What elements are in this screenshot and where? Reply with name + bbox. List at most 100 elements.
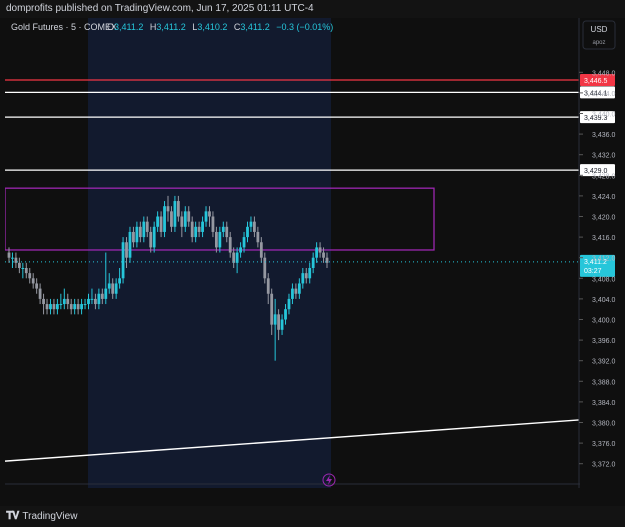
legend-close: 3,411.2 <box>240 22 269 32</box>
candle-body <box>197 226 201 232</box>
chart-area[interactable]: 3,446.5 3,444.1 3,439.3 3,429.0 3,411.2 03:2… <box>4 18 620 499</box>
candle-body <box>59 304 63 306</box>
candle-body <box>80 304 83 310</box>
candle-body <box>156 216 160 227</box>
candle-body <box>52 304 56 310</box>
candle-body <box>14 257 18 263</box>
candle-body <box>304 273 308 279</box>
currency-button[interactable]: USD apoz <box>582 20 616 50</box>
candle-body <box>138 226 142 238</box>
candle-body <box>259 242 263 258</box>
candle-body <box>163 206 166 232</box>
candle-body <box>277 314 281 330</box>
candle-body <box>201 221 204 232</box>
y-tick-label: 3,400.0 <box>592 318 615 325</box>
y-tick-label: 3,432.0 <box>592 153 615 160</box>
candle-body <box>111 283 115 294</box>
y-tick-label: 3,416.0 <box>592 235 615 242</box>
candle-body <box>284 309 287 320</box>
candle-body <box>256 231 260 243</box>
y-tick-label: 3,380.0 <box>592 421 615 428</box>
legend-symbol: Gold Futures · 5 · COMEX <box>11 22 117 32</box>
candle-body <box>132 231 135 243</box>
candle-body <box>221 226 225 232</box>
candle-body <box>45 304 49 310</box>
candle-body <box>135 226 139 243</box>
candle-body <box>291 288 294 299</box>
candle-body <box>125 242 128 258</box>
y-tick-label: 3,436.0 <box>592 132 615 139</box>
candle-body <box>311 257 315 268</box>
candle-body <box>218 231 222 248</box>
candle-body <box>83 304 87 306</box>
candle-body <box>76 304 80 310</box>
candle-body <box>273 314 277 325</box>
candle-body <box>211 216 215 232</box>
candle-body <box>107 283 111 289</box>
candle-body <box>62 298 66 305</box>
chart-legend: Gold Futures · 5 · COMEX O3,411.2 H3,411… <box>11 22 333 32</box>
candle-body <box>28 273 32 279</box>
candle-body <box>173 201 177 227</box>
candle-body <box>266 278 270 294</box>
candle-body <box>170 211 173 227</box>
candle-body <box>180 216 184 227</box>
candle-body <box>21 268 25 269</box>
candle-body <box>159 216 163 232</box>
candle-body <box>318 247 322 253</box>
candle-body <box>11 257 14 259</box>
legend-change: −0.3 (−0.01%) <box>276 22 333 32</box>
candle-body <box>38 288 42 299</box>
published-text: domprofits published on TradingView.com,… <box>6 3 314 14</box>
candle-body <box>42 298 45 305</box>
candle-body <box>90 298 94 300</box>
legend-low: 3,410.2 <box>197 22 227 32</box>
candle-body <box>73 304 77 310</box>
price-chart[interactable]: 3,446.53,444.13,439.33,429.0 3,411.203:2… <box>4 18 620 499</box>
legend-high: 3,411.2 <box>156 22 185 32</box>
candle-body <box>190 221 194 238</box>
candle-body <box>152 226 156 248</box>
candle-body <box>66 298 70 305</box>
candle-body <box>114 283 118 294</box>
y-tick-label: 3,420.0 <box>592 215 615 222</box>
candle-body <box>87 298 90 305</box>
candle-body <box>194 226 198 238</box>
candle-body <box>287 298 291 310</box>
candle-body <box>49 304 52 310</box>
tradingview-logo-icon[interactable]: 𝐓𝐕 <box>6 506 19 527</box>
candle-body <box>325 257 329 263</box>
y-tick-label: 3,392.0 <box>592 359 615 366</box>
candle-body <box>100 293 104 299</box>
y-tick-label: 3,408.0 <box>592 276 615 283</box>
y-tick-label: 3,376.0 <box>592 441 615 448</box>
footer-bar: 𝐓𝐕 TradingView <box>0 506 625 527</box>
candle-body <box>69 304 73 310</box>
y-tick-label: 3,384.0 <box>592 400 615 407</box>
candle-body <box>232 252 236 263</box>
legend-ohlc: O3,411.2 H3,411.2 L3,410.2 C3,411.2 −0.3… <box>107 22 333 32</box>
y-tick-label: 3,448.0 <box>592 70 615 77</box>
candle-body <box>280 319 284 330</box>
candle-body <box>204 211 208 222</box>
y-tick-label: 3,372.0 <box>592 462 615 469</box>
candle-body <box>24 268 28 274</box>
candle-body <box>225 226 229 238</box>
candle-body <box>246 226 249 238</box>
y-tick-label: 3,404.0 <box>592 297 615 304</box>
candle-body <box>55 304 59 310</box>
candle-body <box>294 288 298 294</box>
candle-body <box>17 262 21 268</box>
candle-body <box>176 201 180 217</box>
level-tag-label: 3,446.5 <box>584 78 607 85</box>
y-tick-label: 3,388.0 <box>592 379 615 386</box>
legend-o-label: O <box>107 22 114 32</box>
candle-body <box>253 221 256 232</box>
footer-brand[interactable]: TradingView <box>22 506 77 527</box>
y-tick-label: 3,412.0 <box>592 256 615 263</box>
candle-body <box>263 257 267 279</box>
candle-body <box>208 211 211 217</box>
countdown-label: 03:27 <box>584 268 602 275</box>
candle-body <box>301 273 305 284</box>
candle-body <box>183 211 187 227</box>
